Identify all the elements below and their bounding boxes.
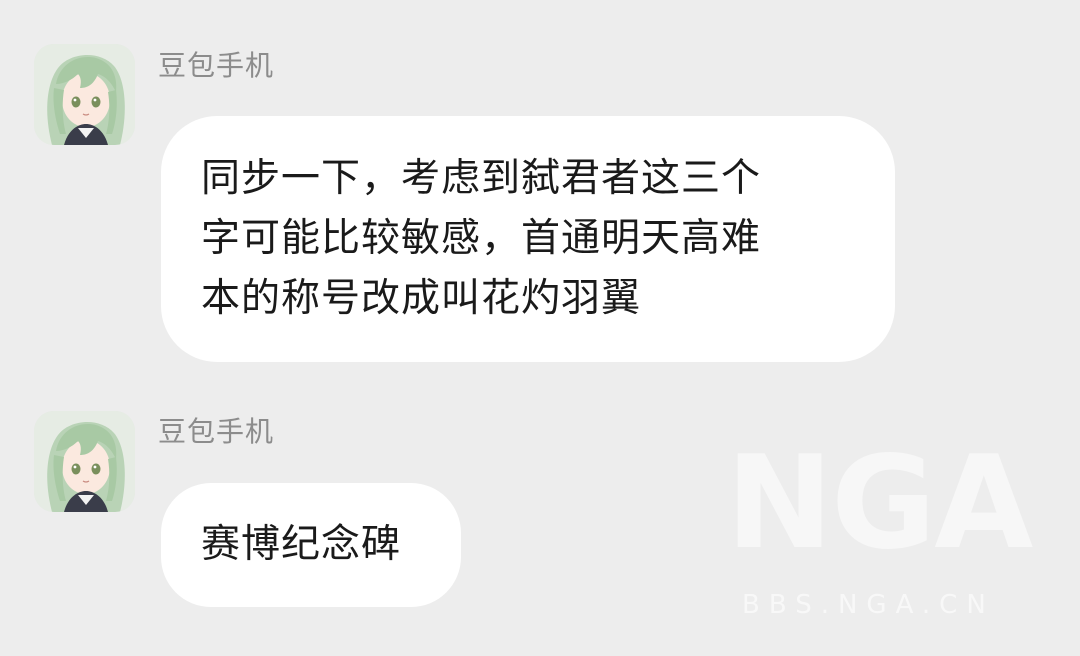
anime-girl-avatar-icon[interactable] <box>34 411 135 512</box>
anime-girl-avatar-icon[interactable] <box>34 44 135 145</box>
message-text-line: 同步一下，考虑到弑君者这三个 <box>201 156 762 201</box>
sender-name: 豆包手机 <box>158 49 275 82</box>
sender-name: 豆包手机 <box>158 415 275 448</box>
message-bubble[interactable]: 同步一下，考虑到弑君者这三个 字可能比较敏感，首通明天高难 本的称号改成叫花灼羽… <box>161 116 895 362</box>
message-text-line: 字可能比较敏感，首通明天高难 <box>201 216 762 261</box>
nga-watermark: NGA BBS.NGA.CN <box>726 429 1046 621</box>
message-text-line: 赛博纪念碑 <box>201 522 402 567</box>
watermark-url: BBS.NGA.CN <box>742 590 995 620</box>
message-bubble[interactable]: 赛博纪念碑 <box>161 483 461 607</box>
message-text-line: 本的称号改成叫花灼羽翼 <box>201 276 642 321</box>
watermark-logo: NGA <box>726 429 1033 578</box>
